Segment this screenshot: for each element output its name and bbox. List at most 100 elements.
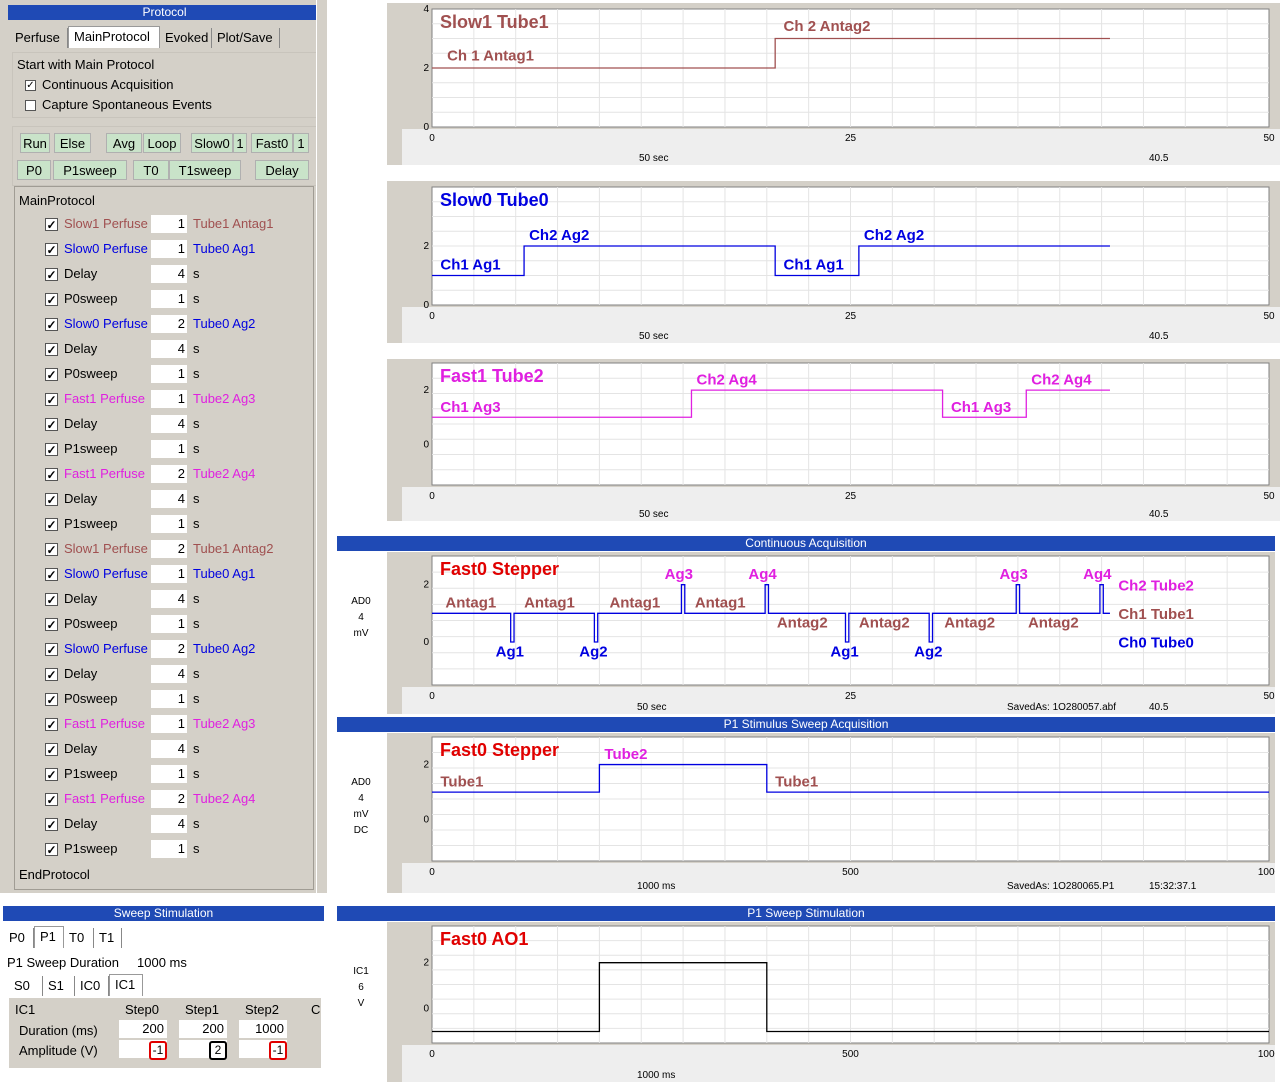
sweep-subtab-ic0[interactable]: IC0: [75, 976, 109, 996]
step-value-field[interactable]: 4: [151, 740, 187, 758]
duration-cell-0[interactable]: 200: [119, 1020, 167, 1038]
step-value-field[interactable]: 4: [151, 665, 187, 683]
step-label[interactable]: Slow1 Perfuse: [64, 216, 148, 231]
step-enable-checkbox[interactable]: ✓: [45, 818, 58, 831]
step-label[interactable]: Delay: [64, 491, 97, 506]
step-label[interactable]: Delay: [64, 266, 97, 281]
sweep-subtab-s0[interactable]: S0: [9, 976, 43, 996]
step-enable-checkbox[interactable]: ✓: [45, 568, 58, 581]
step-label[interactable]: P1sweep: [64, 441, 117, 456]
step-value-field[interactable]: 2: [151, 790, 187, 808]
step-value-field[interactable]: 2: [151, 465, 187, 483]
step-value-field[interactable]: 1: [151, 765, 187, 783]
step-label[interactable]: Slow0 Perfuse: [64, 316, 148, 331]
step-label[interactable]: P1sweep: [64, 841, 117, 856]
step-label[interactable]: Delay: [64, 416, 97, 431]
step-enable-checkbox[interactable]: ✓: [45, 668, 58, 681]
sweep-subtab-s1[interactable]: S1: [43, 976, 75, 996]
step-enable-checkbox[interactable]: ✓: [45, 793, 58, 806]
toolbar-button-p0[interactable]: P0: [17, 160, 51, 180]
toolbar-button-1-5[interactable]: 1: [233, 133, 247, 153]
sweep-subtab-ic1[interactable]: IC1: [109, 974, 143, 996]
step-value-field[interactable]: 1: [151, 290, 187, 308]
step-enable-checkbox[interactable]: ✓: [45, 268, 58, 281]
step-enable-checkbox[interactable]: ✓: [45, 593, 58, 606]
capture-spontaneous-checkbox[interactable]: [25, 100, 36, 111]
step-value-field[interactable]: 4: [151, 340, 187, 358]
step-enable-checkbox[interactable]: ✓: [45, 843, 58, 856]
step-enable-checkbox[interactable]: ✓: [45, 768, 58, 781]
step-enable-checkbox[interactable]: ✓: [45, 318, 58, 331]
toolbar-button-slow0-4[interactable]: Slow0: [191, 133, 233, 153]
step-enable-checkbox[interactable]: ✓: [45, 343, 58, 356]
step-value-field[interactable]: 1: [151, 215, 187, 233]
duration-cell-2[interactable]: 1000: [239, 1020, 287, 1038]
step-value-field[interactable]: 4: [151, 490, 187, 508]
toolbar-button-loop-3[interactable]: Loop: [143, 133, 181, 153]
step-value-field[interactable]: 1: [151, 840, 187, 858]
step-value-field[interactable]: 4: [151, 590, 187, 608]
amplitude-cell-0[interactable]: -1: [149, 1041, 167, 1060]
step-enable-checkbox[interactable]: ✓: [45, 393, 58, 406]
step-value-field[interactable]: 4: [151, 415, 187, 433]
step-value-field[interactable]: 1: [151, 565, 187, 583]
step-enable-checkbox[interactable]: ✓: [45, 718, 58, 731]
tab-mainprotocol[interactable]: MainProtocol: [68, 26, 160, 48]
amplitude-cell-1[interactable]: 2: [209, 1041, 227, 1060]
step-label[interactable]: Delay: [64, 741, 97, 756]
step-value-field[interactable]: 2: [151, 540, 187, 558]
protocol-scrollbar[interactable]: [316, 0, 325, 893]
toolbar-button-fast0-6[interactable]: Fast0: [251, 133, 293, 153]
toolbar-button-delay[interactable]: Delay: [255, 160, 309, 180]
toolbar-button-1-7[interactable]: 1: [293, 133, 309, 153]
step-value-field[interactable]: 1: [151, 365, 187, 383]
step-enable-checkbox[interactable]: ✓: [45, 368, 58, 381]
step-value-field[interactable]: 2: [151, 640, 187, 658]
step-label[interactable]: P1sweep: [64, 766, 117, 781]
step-label[interactable]: P0sweep: [64, 291, 117, 306]
step-enable-checkbox[interactable]: ✓: [45, 218, 58, 231]
sweep-tab-t0[interactable]: T0: [64, 928, 94, 948]
step-enable-checkbox[interactable]: ✓: [45, 468, 58, 481]
sweep-tab-t1[interactable]: T1: [94, 928, 122, 948]
tab-perfuse[interactable]: Perfuse: [10, 28, 68, 48]
toolbar-button-else-1[interactable]: Else: [54, 133, 91, 153]
step-enable-checkbox[interactable]: ✓: [45, 543, 58, 556]
toolbar-button-p1sweep[interactable]: P1sweep: [53, 160, 127, 180]
step-enable-checkbox[interactable]: ✓: [45, 493, 58, 506]
step-label[interactable]: Slow1 Perfuse: [64, 541, 148, 556]
toolbar-button-avg-2[interactable]: Avg: [106, 133, 142, 153]
tab-plot-save[interactable]: Plot/Save: [212, 28, 280, 48]
step-enable-checkbox[interactable]: ✓: [45, 518, 58, 531]
step-enable-checkbox[interactable]: ✓: [45, 443, 58, 456]
step-value-field[interactable]: 1: [151, 240, 187, 258]
step-enable-checkbox[interactable]: ✓: [45, 643, 58, 656]
step-enable-checkbox[interactable]: ✓: [45, 243, 58, 256]
step-value-field[interactable]: 4: [151, 265, 187, 283]
step-enable-checkbox[interactable]: ✓: [45, 693, 58, 706]
sweep-tab-p1[interactable]: P1: [34, 926, 64, 948]
toolbar-button-run-0[interactable]: Run: [20, 133, 50, 153]
sweep-tab-p0[interactable]: P0: [4, 928, 34, 948]
continuous-acquisition-checkbox[interactable]: ✓: [25, 80, 36, 91]
step-value-field[interactable]: 1: [151, 390, 187, 408]
step-label[interactable]: Delay: [64, 341, 97, 356]
step-label[interactable]: Fast1 Perfuse: [64, 791, 145, 806]
step-enable-checkbox[interactable]: ✓: [45, 418, 58, 431]
step-value-field[interactable]: 1: [151, 690, 187, 708]
step-label[interactable]: Delay: [64, 591, 97, 606]
step-label[interactable]: Delay: [64, 816, 97, 831]
step-value-field[interactable]: 1: [151, 440, 187, 458]
step-label[interactable]: P1sweep: [64, 516, 117, 531]
step-enable-checkbox[interactable]: ✓: [45, 293, 58, 306]
step-enable-checkbox[interactable]: ✓: [45, 743, 58, 756]
step-label[interactable]: Slow0 Perfuse: [64, 566, 148, 581]
tab-evoked[interactable]: Evoked: [160, 28, 212, 48]
step-label[interactable]: Fast1 Perfuse: [64, 391, 145, 406]
step-value-field[interactable]: 1: [151, 615, 187, 633]
duration-cell-1[interactable]: 200: [179, 1020, 227, 1038]
amplitude-cell-2[interactable]: -1: [269, 1041, 287, 1060]
toolbar-button-t0[interactable]: T0: [133, 160, 169, 180]
step-label[interactable]: Delay: [64, 666, 97, 681]
step-label[interactable]: P0sweep: [64, 366, 117, 381]
